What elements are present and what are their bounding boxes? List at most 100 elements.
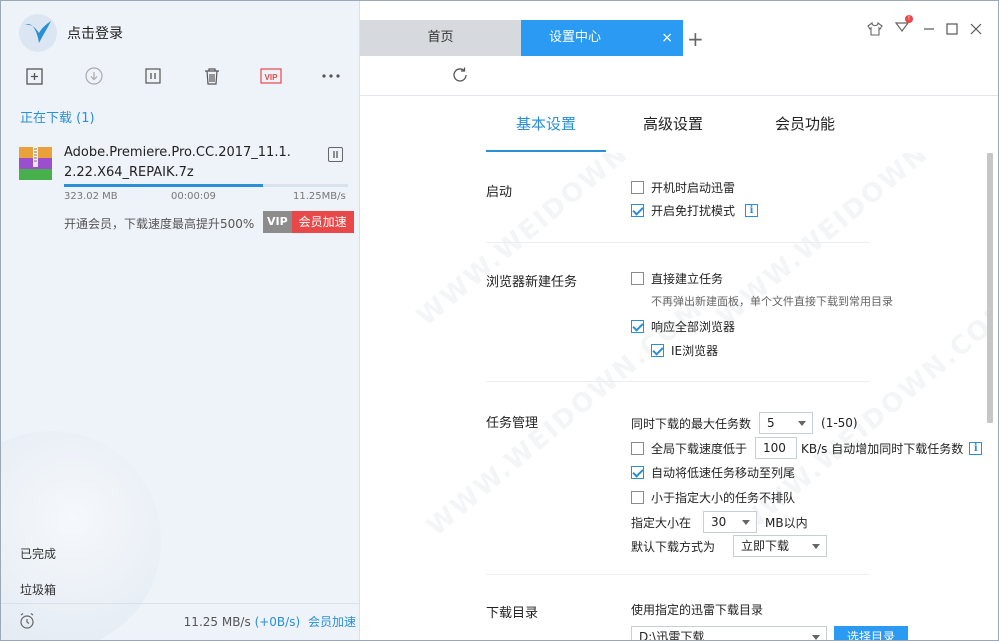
info-icon[interactable]: i: [969, 441, 983, 455]
task-filename: Adobe.Premiere.Pro.CC.2017_11.1.2.22.X64…: [64, 145, 291, 180]
dnd-checkbox[interactable]: [631, 204, 644, 217]
dnd-label: 开启免打扰模式: [651, 204, 736, 218]
download-dir-select[interactable]: D:\迅雷下载: [631, 626, 827, 640]
max-tasks-range: (1-50): [821, 416, 858, 430]
section-downloading[interactable]: 正在下载 (1): [20, 107, 95, 126]
opt-direct-task[interactable]: 直接建立任务: [631, 270, 723, 287]
refresh-icon[interactable]: [451, 66, 469, 88]
global-low-label: 全局下载速度低于: [651, 441, 748, 456]
download-speed: 11.25 MB/s: [183, 615, 251, 629]
chevron-down-icon: [798, 421, 807, 426]
all-browsers-checkbox[interactable]: [631, 320, 644, 333]
opt-all-browsers[interactable]: 响应全部浏览器: [631, 318, 735, 335]
size-suffix: MB以内: [765, 515, 808, 530]
settings-toolbar: [360, 56, 998, 96]
direct-task-checkbox[interactable]: [631, 272, 644, 285]
add-tab-icon[interactable]: +: [687, 27, 704, 51]
tab-settings-label: 设置中心: [549, 30, 602, 45]
trash-link[interactable]: 垃圾箱: [20, 581, 56, 598]
left-toolbar: VIP: [1, 61, 359, 91]
opt-small-noqueue[interactable]: 小于指定大小的任务不排队: [631, 489, 795, 506]
delete-icon[interactable]: [201, 65, 223, 87]
default-mode-select[interactable]: 立即下载: [733, 535, 828, 557]
group-download-dir-title: 下载目录: [486, 606, 539, 621]
size-select[interactable]: 30: [703, 511, 758, 533]
info-icon[interactable]: i: [745, 204, 759, 217]
tab-vip-features[interactable]: 会员功能: [740, 97, 870, 152]
new-task-icon[interactable]: [24, 65, 46, 87]
status-bar: 11.25 MB/s (+0B/s) 会员加速: [1, 603, 359, 640]
user-profile[interactable]: 点击登录: [19, 13, 123, 53]
bottom-accelerate-link[interactable]: 会员加速: [308, 615, 356, 629]
autostart-label: 开机时启动迅雷: [651, 181, 736, 195]
opt-autostart[interactable]: 开机时启动迅雷: [631, 179, 735, 196]
global-low-suffix: KB/s 自动增加同时下载任务数: [801, 441, 964, 456]
upload-speed: (+0B/s): [254, 615, 301, 629]
task-progress-bar: [64, 184, 348, 187]
ie-checkbox[interactable]: [651, 344, 664, 357]
opt-global-low-speed[interactable]: 全局下载速度低于 100 KB/s 自动增加同时下载任务数 i: [631, 437, 983, 459]
left-panel: 点击登录 VIP 正在下载 (1) Adobe.Premiere.Pro.CC.…: [1, 1, 360, 640]
opt-move-low[interactable]: 自动将低速任务移动至列尾: [631, 464, 795, 481]
tab-advanced-settings[interactable]: 高级设置: [606, 97, 740, 152]
settings-tabs: 基本设置 高级设置 会员功能: [486, 97, 870, 152]
all-browsers-label: 响应全部浏览器: [651, 320, 736, 334]
menu-icon[interactable]: !: [892, 15, 913, 39]
ie-label: IE浏览器: [671, 344, 719, 358]
opt-do-not-disturb[interactable]: 开启免打扰模式 i: [631, 202, 759, 219]
right-panel: 首页 设置中心 × + ! 基本设置 高级设置 会员功能 WWW.WEIDOWN…: [360, 1, 998, 640]
pause-all-icon[interactable]: [142, 65, 164, 87]
task-size: 323.02 MB: [64, 191, 118, 202]
opt-size-limit: 指定大小在 30 MB以内: [631, 511, 808, 533]
chevron-down-icon: [812, 544, 821, 549]
vip-icon[interactable]: VIP: [259, 65, 283, 87]
size-value: 30: [711, 515, 727, 529]
tab-settings[interactable]: 设置中心 ×: [521, 20, 683, 56]
settings-content: WWW.WEIDOWN.COM WWW.WEIDOWN.COM WWW.WEID…: [360, 153, 988, 640]
chevron-down-icon: [812, 635, 820, 640]
svg-text:VIP: VIP: [265, 73, 279, 82]
close-icon[interactable]: [966, 19, 986, 39]
scrollbar-thumb[interactable]: [987, 153, 993, 423]
global-low-checkbox[interactable]: [631, 441, 644, 455]
opt-default-mode: 默认下载方式为 立即下载: [631, 535, 828, 557]
tab-close-icon[interactable]: ×: [661, 20, 673, 56]
task-pause-button[interactable]: [328, 147, 343, 162]
alarm-clock-icon[interactable]: [18, 612, 36, 634]
group-browser-title: 浏览器新建任务: [486, 275, 578, 290]
completed-link[interactable]: 已完成: [20, 545, 56, 562]
total-speed: 11.25 MB/s (+0B/s) 会员加速: [184, 613, 356, 630]
download-dir-label: 使用指定的迅雷下载目录: [631, 603, 764, 617]
chevron-down-icon: [742, 520, 751, 525]
direct-task-label: 直接建立任务: [651, 272, 724, 286]
group-task-title: 任务管理: [486, 416, 539, 431]
login-link[interactable]: 点击登录: [67, 23, 123, 43]
autostart-checkbox[interactable]: [631, 181, 644, 194]
choose-dir-button[interactable]: 选择目录: [834, 626, 908, 640]
small-noqueue-checkbox[interactable]: [631, 491, 644, 504]
vip-accelerate-button[interactable]: VIP 会员加速: [263, 211, 354, 233]
avatar[interactable]: [19, 14, 57, 52]
vip-badge: VIP: [263, 211, 292, 233]
more-icon[interactable]: [319, 65, 343, 87]
download-task[interactable]: Adobe.Premiere.Pro.CC.2017_11.1.2.22.X64…: [1, 139, 359, 239]
start-icon[interactable]: [83, 65, 105, 87]
opt-ie-browser[interactable]: IE浏览器: [651, 342, 718, 359]
vip-tip: 开通会员，下载速度最高提升500%: [64, 217, 255, 231]
tab-basic-settings[interactable]: 基本设置: [486, 97, 606, 152]
max-tasks-select[interactable]: 5: [759, 412, 814, 434]
archive-file-icon: [19, 147, 52, 180]
size-label: 指定大小在: [631, 515, 692, 530]
settings-scrollbar[interactable]: [987, 153, 995, 640]
minimize-icon[interactable]: [919, 19, 939, 39]
xunlei-window: 点击登录 VIP 正在下载 (1) Adobe.Premiere.Pro.CC.…: [0, 0, 999, 641]
maximize-icon[interactable]: [942, 19, 962, 39]
global-low-input[interactable]: 100: [755, 437, 798, 459]
opt-max-tasks: 同时下载的最大任务数 5 (1-50): [631, 412, 858, 434]
move-low-label: 自动将低速任务移动至列尾: [651, 466, 796, 480]
group-startup-title: 启动: [486, 185, 513, 200]
tab-home[interactable]: 首页: [360, 20, 521, 56]
move-low-checkbox[interactable]: [631, 466, 644, 479]
divider: [486, 242, 869, 243]
skin-icon[interactable]: [865, 19, 885, 39]
